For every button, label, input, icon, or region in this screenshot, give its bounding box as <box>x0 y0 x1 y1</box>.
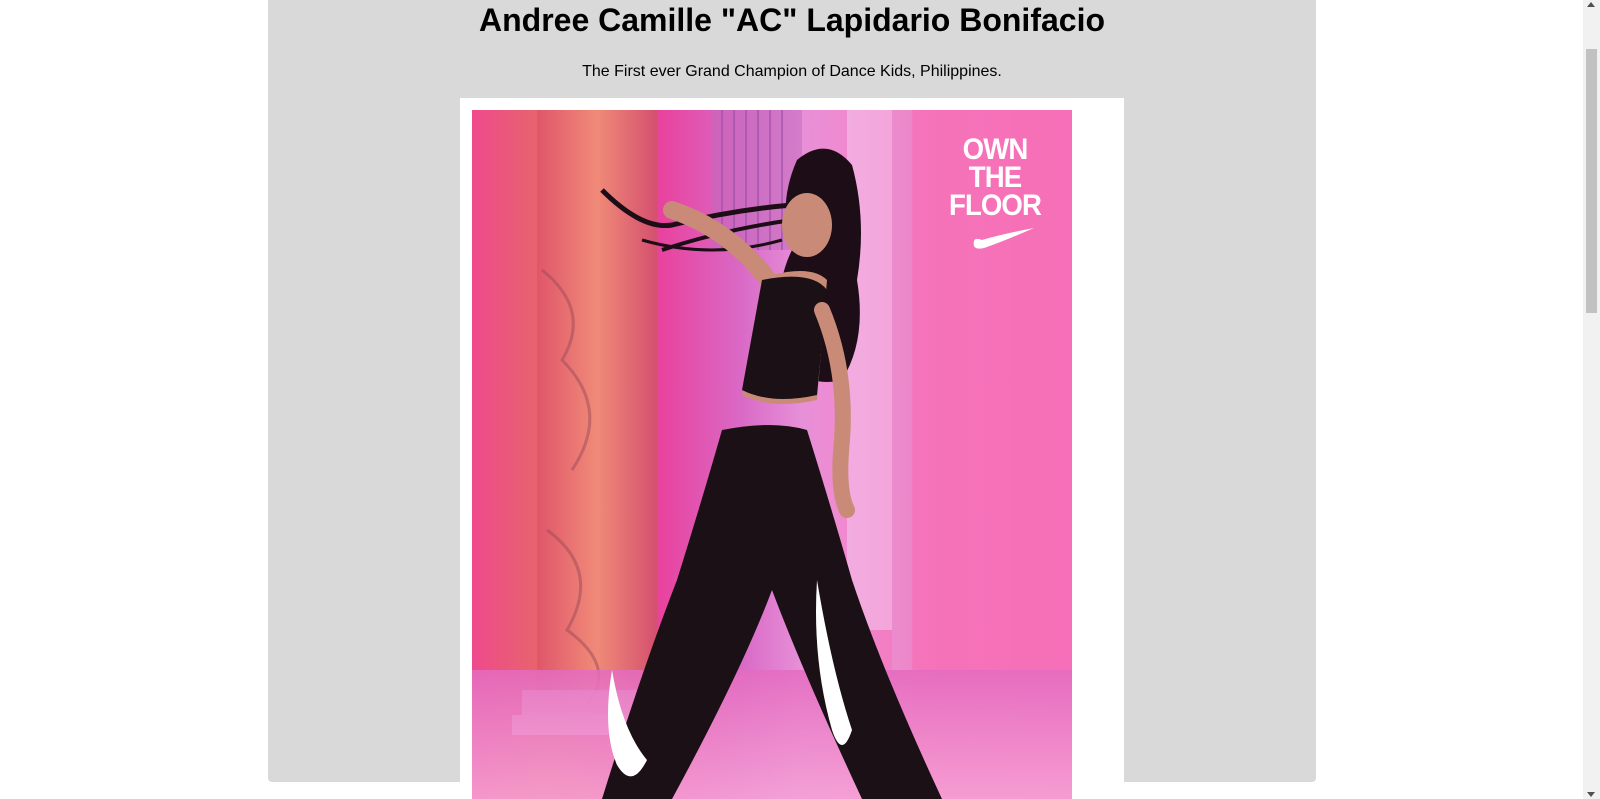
scroll-down-arrow-icon[interactable] <box>1587 792 1595 797</box>
slogan-line: FLOOR <box>949 189 1042 222</box>
page-subtitle: The First ever Grand Champion of Dance K… <box>582 63 1002 80</box>
slogan-line: OWN <box>962 133 1029 166</box>
photo-frame: OWN THE FLOOR <box>460 98 1124 799</box>
swoosh-logo <box>973 228 1034 249</box>
scrollbar-thumb[interactable] <box>1586 49 1597 313</box>
dancer-photo: OWN THE FLOOR <box>472 110 1072 799</box>
page-title: Andree Camille "AC" Lapidario Bonifacio <box>479 2 1105 38</box>
vertical-scrollbar[interactable] <box>1583 0 1600 799</box>
slogan-text: OWN THE FLOOR <box>944 133 1045 222</box>
scroll-up-arrow-icon[interactable] <box>1587 2 1595 7</box>
slogan-line: THE <box>968 161 1022 194</box>
